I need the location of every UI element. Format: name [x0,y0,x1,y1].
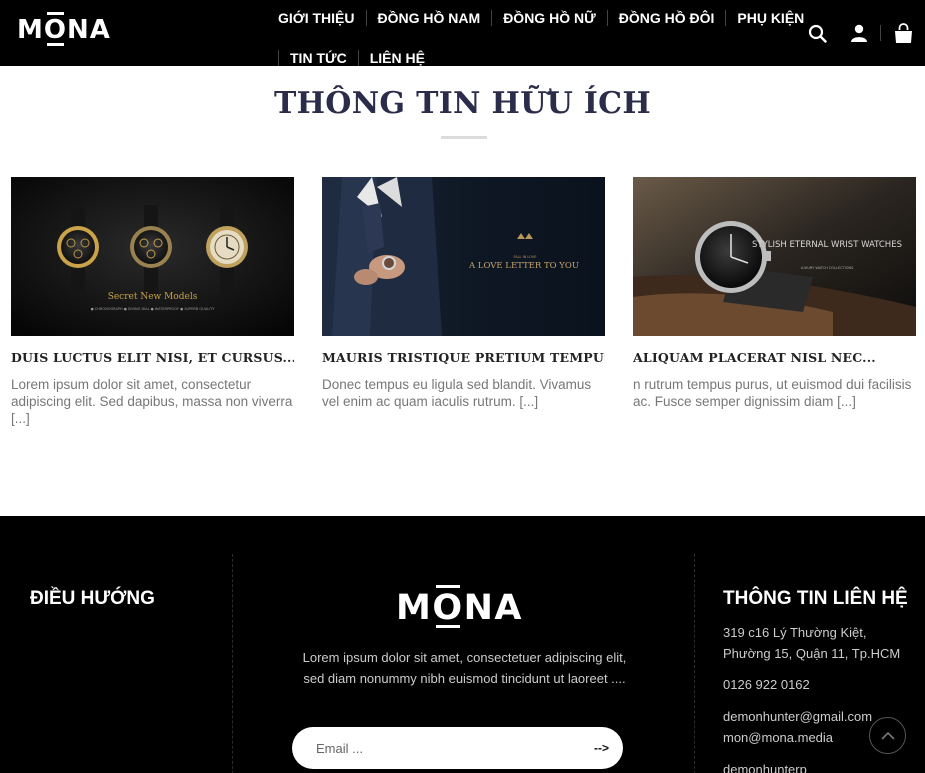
site-logo[interactable]: MONA [17,12,111,46]
post-excerpt: Lorem ipsum dolor sit amet, consectetur … [11,377,293,426]
footer-logo[interactable]: MONA [396,585,523,628]
logo-letter: NA [66,15,111,45]
post-title[interactable]: MAURIS TRISTIQUE PRETIUM TEMPUS.... [322,350,605,365]
post-image-caption: A LOVE LETTER TO YOU [468,261,579,271]
section-title: THÔNG TIN HỮU ÍCH [274,86,651,121]
post-image-caption: STYLISH ETERNAL WRIST WATCHES [752,240,902,250]
newsletter-email-input[interactable] [292,727,552,769]
footer-column-divider [232,554,233,773]
nav-item-gioi-thieu[interactable]: GIỚI THIỆU [270,10,366,26]
contact-email[interactable]: demonhunter@gmail.com [723,706,872,727]
post-image-subcaption: FALL IN LOVE [514,255,537,259]
contact-email[interactable]: demonhunterp [723,759,807,773]
title-divider [441,136,487,139]
post-image-subcaption: ● CHRONOGRAPH ● DIVING DIAL ● WATERPROOF… [91,307,216,311]
user-icon[interactable] [838,24,880,42]
header-actions [796,0,925,66]
post-card[interactable]: FALL IN LOVE A LOVE LETTER TO YOU MAURIS… [322,177,605,410]
post-title[interactable]: ALIQUAM PLACERAT NISL NEC... [633,350,916,365]
post-card[interactable]: Secret New Models ● CHRONOGRAPH ● DIVING… [11,177,294,427]
contact-email[interactable]: mon@mona.media [723,727,833,748]
contact-phone[interactable]: 0126 922 0162 [723,674,810,695]
post-title[interactable]: DUIS LUCTUS ELIT NISI, ET CURSUS... [11,350,294,365]
footer-description: Lorem ipsum dolor sit amet, consectetuer… [302,650,627,686]
footer-nav-title: ĐIỀU HƯỚNG [30,588,155,609]
post-image-watches[interactable]: Secret New Models ● CHRONOGRAPH ● DIVING… [11,177,294,336]
chevron-up-icon [880,731,895,740]
cart-icon[interactable] [881,22,925,44]
post-excerpt: n rutrum tempus purus, ut euismod dui fa… [633,377,912,409]
contact-address: 319 c16 Lý Thường Kiệt, [723,625,867,640]
post-image-caption: Secret New Models [108,292,198,302]
logo-letter: O [432,585,464,628]
post-image-subcaption: LUXURY WATCH COLLECTIONS [801,266,855,270]
nav-item-dong-ho-nu[interactable]: ĐỒNG HỒ NỮ [492,10,607,26]
nav-item-dong-ho-nam[interactable]: ĐỒNG HỒ NAM [367,10,492,26]
site-header: MONA GIỚI THIỆU ĐỒNG HỒ NAM ĐỒNG HỒ NỮ Đ… [0,0,925,66]
nav-item-tin-tuc[interactable]: TIN TỨC [279,50,358,66]
post-image-man-watch[interactable]: FALL IN LOVE A LOVE LETTER TO YOU [322,177,605,336]
post-excerpt: Donec tempus eu ligula sed blandit. Viva… [322,377,592,409]
logo-letter: NA [463,588,523,628]
search-icon[interactable] [796,24,838,43]
site-footer: ĐIỀU HƯỚNG MONA Lorem ipsum dolor sit am… [0,516,925,773]
newsletter-submit-button[interactable]: --> [594,738,609,758]
nav-item-dong-ho-doi[interactable]: ĐỒNG HỒ ĐÔI [608,10,726,26]
contact-title: THÔNG TIN LIÊN HỆ [723,588,908,609]
logo-letter: O [43,12,67,46]
post-card[interactable]: STYLISH ETERNAL WRIST WATCHES LUXURY WAT… [633,177,916,410]
footer-column-divider [694,554,695,773]
logo-letter: M [17,15,44,45]
nav-item-lien-he[interactable]: LIÊN HỆ [359,50,436,66]
contact-address: Phường 15, Quận 11, Tp.HCM [723,646,901,661]
logo-letter: M [396,588,433,628]
newsletter-form: --> [292,727,623,769]
post-image-wrist-watch[interactable]: STYLISH ETERNAL WRIST WATCHES LUXURY WAT… [633,177,916,336]
back-to-top-button[interactable] [869,717,906,754]
